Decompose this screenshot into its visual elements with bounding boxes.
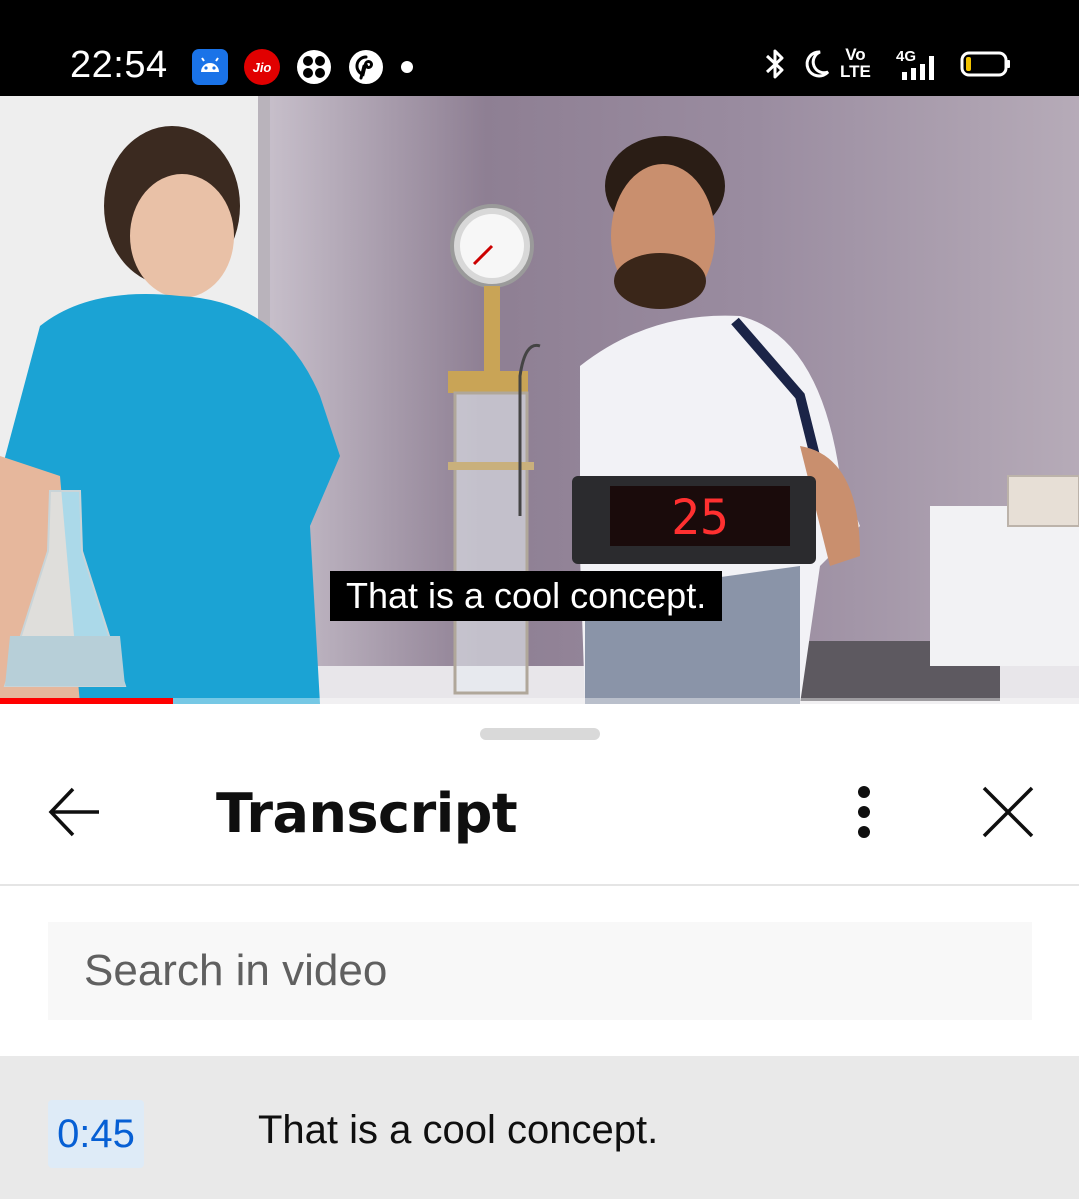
do-not-disturb-moon-icon [802, 44, 832, 88]
video-caption: That is a cool concept. [330, 571, 723, 621]
bluetooth-icon [762, 44, 788, 88]
counter-display: 25 [671, 490, 729, 546]
panel-title: Transcript [216, 782, 518, 845]
close-button[interactable] [976, 780, 1040, 844]
back-button[interactable] [42, 780, 106, 844]
network-label: 4G [896, 48, 917, 65]
jio-icon: Jio [244, 49, 280, 85]
transcript-segment-row[interactable]: 0:45 That is a cool concept. [0, 1056, 1079, 1199]
status-time: 22:54 [70, 44, 168, 86]
notification-dot-icon [401, 61, 413, 73]
battery-icon [960, 44, 1012, 88]
android-debug-icon [192, 49, 228, 85]
video-player[interactable]: 25 That is a cool concept. [0, 96, 1079, 704]
volte-label-top: Vo [845, 45, 866, 64]
close-icon [982, 786, 1034, 838]
status-bar: 22:54 Jio Vo LTE 4G [0, 0, 1079, 96]
signal-4g-icon: 4G [886, 44, 942, 88]
fan-app-icon [296, 49, 332, 85]
header-divider [0, 884, 1079, 886]
segment-text: That is a cool concept. [258, 1108, 659, 1152]
more-options-button[interactable] [832, 780, 896, 844]
more-vertical-icon [858, 786, 870, 838]
drag-handle[interactable] [480, 728, 600, 740]
volte-icon: Vo LTE [840, 46, 871, 90]
segment-timestamp[interactable]: 0:45 [48, 1100, 144, 1168]
arrow-left-icon [48, 787, 99, 837]
search-input[interactable] [48, 922, 1032, 1020]
transcript-panel: Transcript 0:45 That is a cool concept. [0, 704, 1079, 1199]
pinterest-icon [348, 49, 384, 85]
jio-label: Jio [252, 59, 272, 75]
volte-label-bottom: LTE [840, 62, 871, 81]
